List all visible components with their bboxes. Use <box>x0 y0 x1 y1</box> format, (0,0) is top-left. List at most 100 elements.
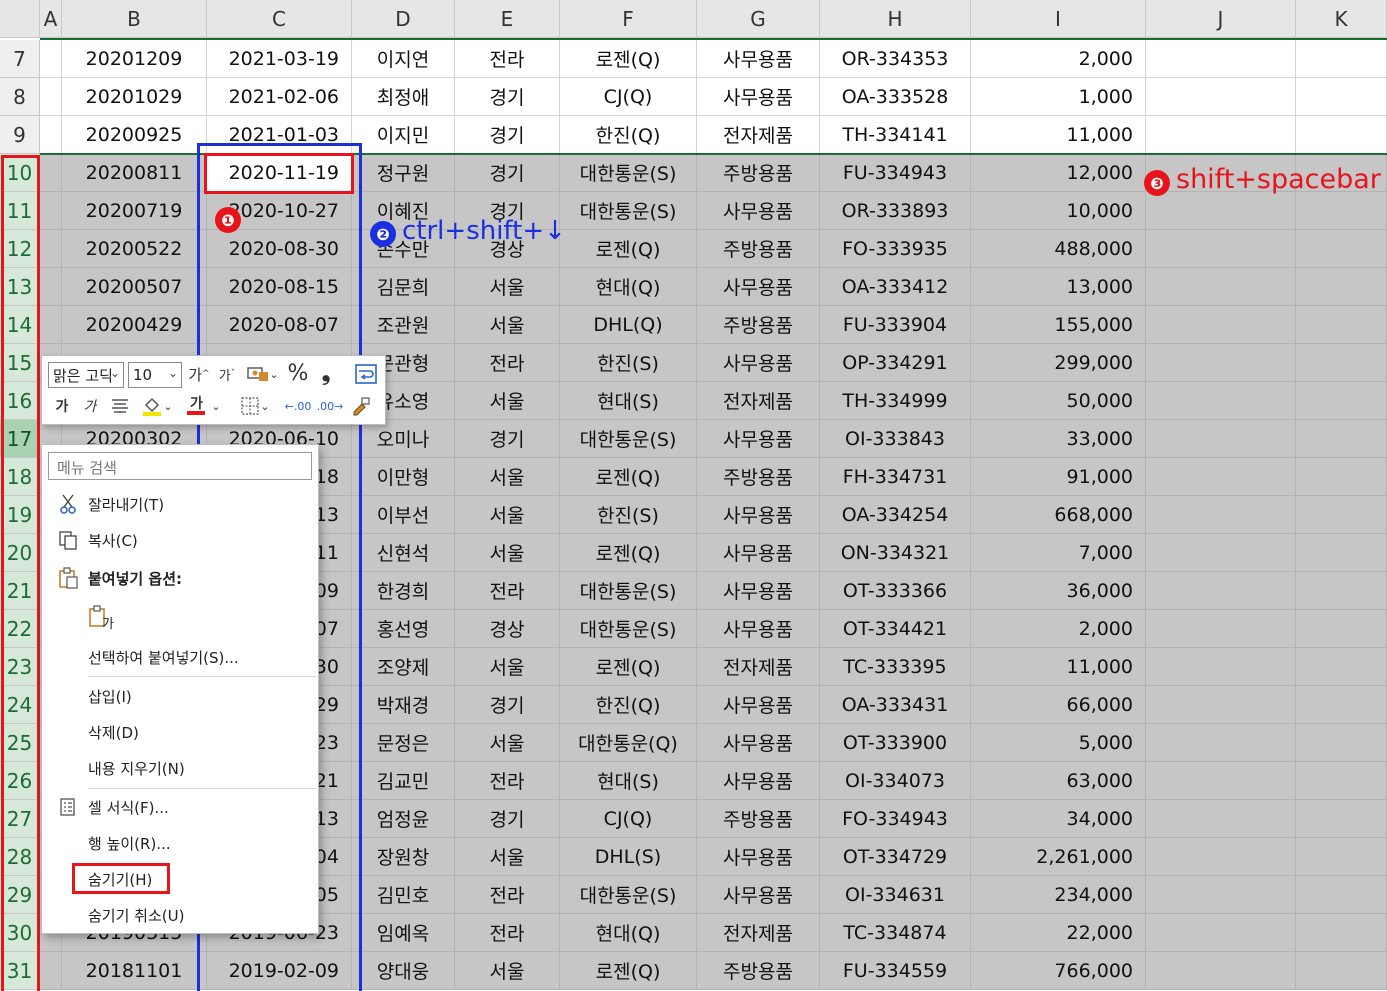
cell[interactable] <box>1146 724 1296 762</box>
cell[interactable]: 김문희 <box>352 268 455 306</box>
cell[interactable]: 대한통운(S) <box>560 572 697 610</box>
cell[interactable]: 사무용품 <box>697 534 820 572</box>
cell[interactable]: 경상 <box>455 610 560 648</box>
cell[interactable]: 1,000 <box>971 78 1146 116</box>
cell[interactable]: 2020-08-15 <box>207 268 352 306</box>
cell[interactable]: 20200719 <box>62 192 207 230</box>
cell[interactable]: 로젠(Q) <box>560 230 697 268</box>
cell[interactable]: 로젠(Q) <box>560 648 697 686</box>
cell[interactable] <box>1296 78 1387 116</box>
cell[interactable]: 장원창 <box>352 838 455 876</box>
row-header[interactable]: 21 <box>0 572 40 610</box>
cell[interactable] <box>1296 800 1387 838</box>
cell[interactable]: 20201029 <box>62 78 207 116</box>
cell[interactable]: 김민호 <box>352 876 455 914</box>
cell[interactable]: 정구원 <box>352 154 455 192</box>
cell[interactable]: 이지연 <box>352 40 455 78</box>
cell[interactable]: OR-333893 <box>820 192 971 230</box>
cell[interactable]: 11,000 <box>971 116 1146 154</box>
cell[interactable]: OI-334631 <box>820 876 971 914</box>
cell[interactable]: ON-334321 <box>820 534 971 572</box>
cell[interactable]: CJ(Q) <box>560 800 697 838</box>
row-header[interactable]: 10 <box>0 154 40 192</box>
wrap-text-icon[interactable] <box>354 362 378 386</box>
cell[interactable]: 서울 <box>455 306 560 344</box>
cell[interactable]: FU-333904 <box>820 306 971 344</box>
cell[interactable]: 문정은 <box>352 724 455 762</box>
cell[interactable]: 2020-08-07 <box>207 306 352 344</box>
row-header[interactable]: 14 <box>0 306 40 344</box>
cell[interactable]: 사무용품 <box>697 724 820 762</box>
row-header[interactable]: 11 <box>0 192 40 230</box>
cell[interactable]: 로젠(Q) <box>560 40 697 78</box>
column-header-g[interactable]: G <box>697 0 820 38</box>
cell[interactable]: FH-334731 <box>820 458 971 496</box>
cell[interactable]: 66,000 <box>971 686 1146 724</box>
font-name-select[interactable]: 맑은 고딕 ⌄ <box>48 362 124 388</box>
cell[interactable]: 전라 <box>455 344 560 382</box>
row-header[interactable]: 20 <box>0 534 40 572</box>
cell[interactable] <box>1296 458 1387 496</box>
row-header[interactable]: 8 <box>0 78 40 116</box>
cell[interactable]: 한진(Q) <box>560 116 697 154</box>
column-header-b[interactable]: B <box>62 0 207 38</box>
cell[interactable] <box>1146 762 1296 800</box>
row-header[interactable]: 16 <box>0 382 40 420</box>
cell[interactable] <box>1296 116 1387 154</box>
cell[interactable]: OA-333528 <box>820 78 971 116</box>
cell[interactable]: 20200925 <box>62 116 207 154</box>
cell[interactable] <box>1296 268 1387 306</box>
cell[interactable]: TC-333395 <box>820 648 971 686</box>
row-header[interactable]: 28 <box>0 838 40 876</box>
cell[interactable]: FU-334943 <box>820 154 971 192</box>
cell[interactable]: 서울 <box>455 724 560 762</box>
cell[interactable]: 주방용품 <box>697 458 820 496</box>
cell[interactable] <box>1146 268 1296 306</box>
cell[interactable]: 로젠(Q) <box>560 458 697 496</box>
cell[interactable] <box>1296 420 1387 458</box>
column-header-k[interactable]: K <box>1296 0 1387 38</box>
cell[interactable]: 현대(S) <box>560 382 697 420</box>
cell[interactable]: TC-334874 <box>820 914 971 952</box>
row-header[interactable]: 7 <box>0 40 40 78</box>
cell[interactable]: 주방용품 <box>697 952 820 990</box>
cell[interactable]: DHL(S) <box>560 838 697 876</box>
cell[interactable]: 박재경 <box>352 686 455 724</box>
cell[interactable] <box>1146 458 1296 496</box>
percent-button[interactable]: % <box>286 361 310 386</box>
cell[interactable]: 사무용품 <box>697 268 820 306</box>
cell[interactable] <box>1146 534 1296 572</box>
column-header-h[interactable]: H <box>820 0 971 38</box>
cell[interactable]: 한진(Q) <box>560 686 697 724</box>
menu-item-copy[interactable]: 복사(C) <box>42 523 318 557</box>
cell[interactable]: 488,000 <box>971 230 1146 268</box>
cell[interactable]: 이부선 <box>352 496 455 534</box>
cell[interactable] <box>1146 306 1296 344</box>
cell[interactable]: 서울 <box>455 458 560 496</box>
cell[interactable]: 한진(S) <box>560 344 697 382</box>
cell[interactable]: 34,000 <box>971 800 1146 838</box>
menu-item-delete[interactable]: 삭제(D) <box>42 715 318 749</box>
cell[interactable]: 2020-08-30 <box>207 230 352 268</box>
menu-search-input[interactable]: 메뉴 검색 <box>48 452 312 480</box>
cell[interactable] <box>1146 838 1296 876</box>
cell[interactable]: 20200429 <box>62 306 207 344</box>
cell[interactable]: 사무용품 <box>697 610 820 648</box>
cell[interactable]: 대한통운(S) <box>560 876 697 914</box>
cell[interactable]: 63,000 <box>971 762 1146 800</box>
cell[interactable]: 신현석 <box>352 534 455 572</box>
cell[interactable]: OT-334421 <box>820 610 971 648</box>
cell[interactable]: OT-333900 <box>820 724 971 762</box>
cell[interactable] <box>1146 420 1296 458</box>
cell[interactable]: 경기 <box>455 420 560 458</box>
cell[interactable]: 155,000 <box>971 306 1146 344</box>
cell[interactable]: 서울 <box>455 534 560 572</box>
bold-button[interactable]: 가 <box>50 394 74 418</box>
cell[interactable] <box>1296 648 1387 686</box>
cell[interactable]: 사무용품 <box>697 344 820 382</box>
row-header[interactable]: 22 <box>0 610 40 648</box>
cell[interactable]: 현대(Q) <box>560 914 697 952</box>
column-header-j[interactable]: J <box>1146 0 1296 38</box>
cell[interactable] <box>1296 496 1387 534</box>
cell[interactable]: 대한통운(S) <box>560 420 697 458</box>
